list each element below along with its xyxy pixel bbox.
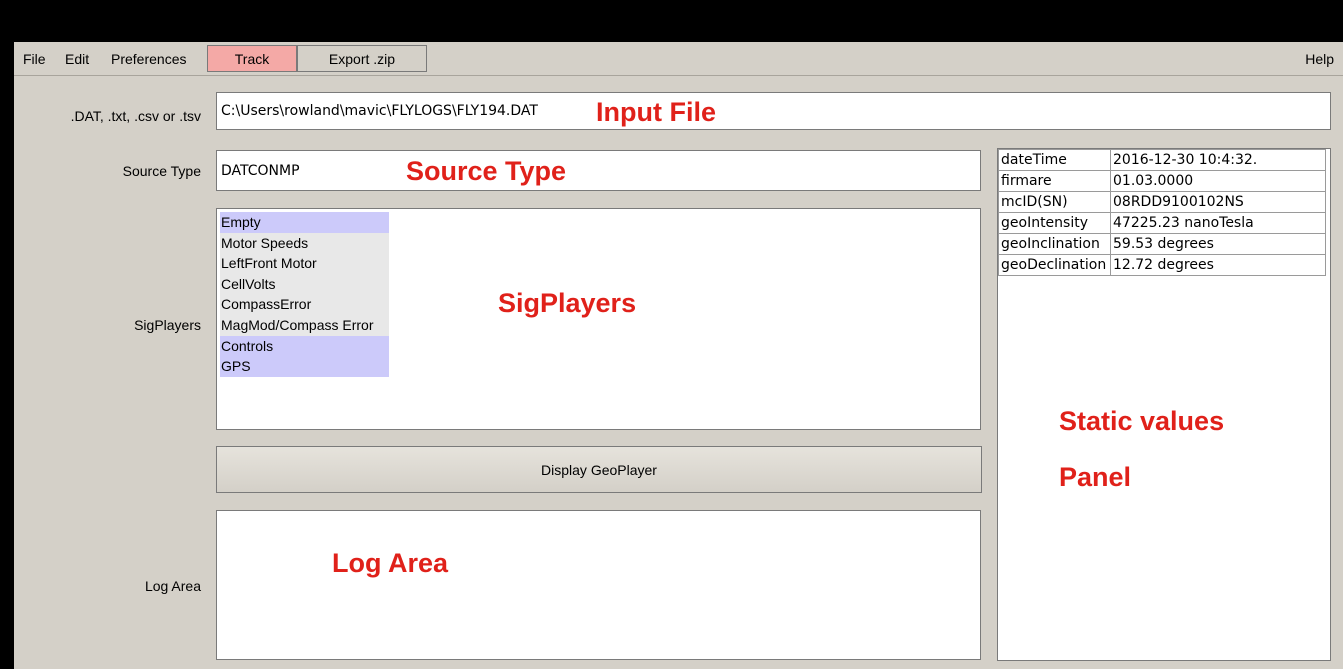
display-geoplayer-button[interactable]: Display GeoPlayer	[216, 446, 982, 493]
input-file-label: .DAT, .txt, .csv or .tsv	[70, 108, 201, 124]
app-window: File Edit Preferences Track Export .zip …	[14, 42, 1343, 669]
table-row: geoIntensity 47225.23 nanoTesla	[998, 212, 1326, 234]
menu-file[interactable]: File	[23, 51, 46, 67]
table-row: mcID(SN) 08RDD9100102NS	[998, 191, 1326, 213]
static-value: 59.53 degrees	[1110, 233, 1326, 255]
static-key: firmare	[998, 170, 1111, 192]
sigplayer-item[interactable]: LeftFront Motor	[220, 253, 389, 274]
source-type-label: Source Type	[122, 163, 201, 179]
static-value: 47225.23 nanoTesla	[1110, 212, 1326, 234]
static-value: 01.03.0000	[1110, 170, 1326, 192]
static-value: 12.72 degrees	[1110, 254, 1326, 276]
log-area[interactable]	[216, 510, 981, 660]
table-row: dateTime 2016-12-30 10:4:32.	[998, 149, 1326, 171]
track-button[interactable]: Track	[207, 45, 297, 72]
sigplayers-annotation: SigPlayers	[498, 288, 637, 318]
sigplayer-item[interactable]: Controls	[220, 335, 389, 357]
input-file-value: C:\Users\rowland\mavic\FLYLOGS\FLY194.DA…	[221, 103, 538, 119]
source-type-annotation: Source Type	[406, 156, 567, 186]
log-area-annotation: Log Area	[332, 548, 449, 578]
sigplayer-item[interactable]: GPS	[220, 356, 389, 377]
input-file-field[interactable]: C:\Users\rowland\mavic\FLYLOGS\FLY194.DA…	[216, 92, 1331, 130]
sigplayers-label: SigPlayers	[134, 317, 201, 333]
sigplayer-item[interactable]: Empty	[220, 212, 389, 233]
static-key: geoDeclination	[998, 254, 1111, 276]
static-values-table: dateTime 2016-12-30 10:4:32. firmare 01.…	[998, 149, 1326, 276]
static-values-annotation: Static values	[1059, 406, 1225, 436]
table-row: geoDeclination 12.72 degrees	[998, 254, 1326, 276]
menu-edit[interactable]: Edit	[65, 51, 89, 67]
sigplayer-item[interactable]: MagMod/Compass Error	[220, 314, 389, 336]
sigplayer-item[interactable]: Motor Speeds	[220, 232, 389, 254]
static-value: 2016-12-30 10:4:32.	[1110, 149, 1326, 171]
table-row: firmare 01.03.0000	[998, 170, 1326, 192]
menu-preferences[interactable]: Preferences	[111, 51, 186, 67]
export-zip-button[interactable]: Export .zip	[297, 45, 427, 72]
source-type-value: DATCONMP	[221, 163, 300, 179]
static-key: geoIntensity	[998, 212, 1111, 234]
menu-help[interactable]: Help	[1305, 51, 1334, 67]
input-file-annotation: Input File	[596, 97, 716, 127]
source-type-field: DATCONMP	[216, 150, 981, 191]
sigplayers-panel: Empty Motor Speeds LeftFront Motor CellV…	[216, 208, 981, 430]
menu-bar: File Edit Preferences Track Export .zip …	[14, 42, 1343, 76]
sigplayers-list: Empty Motor Speeds LeftFront Motor CellV…	[220, 212, 389, 377]
log-area-label: Log Area	[144, 578, 201, 594]
static-key: geoInclination	[998, 233, 1111, 255]
static-value: 08RDD9100102NS	[1110, 191, 1326, 213]
static-values-annotation-panel: Panel	[1059, 462, 1132, 492]
sigplayer-item[interactable]: CompassError	[220, 294, 389, 315]
static-key: mcID(SN)	[998, 191, 1111, 213]
sigplayer-item[interactable]: CellVolts	[220, 273, 389, 295]
table-row: geoInclination 59.53 degrees	[998, 233, 1326, 255]
static-key: dateTime	[998, 149, 1111, 171]
static-values-panel: dateTime 2016-12-30 10:4:32. firmare 01.…	[997, 148, 1331, 661]
